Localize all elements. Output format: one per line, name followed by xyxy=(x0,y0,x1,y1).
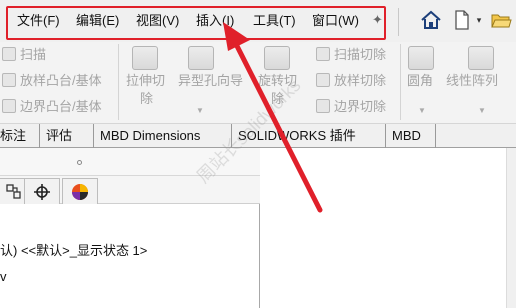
menu-insert[interactable]: 插入(I) xyxy=(196,12,234,30)
tab-solidworks-addins[interactable]: SOLIDWORKS 插件 xyxy=(232,124,386,148)
extruded-cut-label-1[interactable]: 拉伸切 xyxy=(126,72,165,89)
tree-item-display-state[interactable]: 认) <<默认>_显示状态 1> xyxy=(0,242,147,259)
sweep-icon xyxy=(2,47,16,61)
feature-ribbon: 扫描 放样凸台/基体 边界凸台/基体 拉伸切 除 异型孔向导 ▼ 旋转切 除 扫… xyxy=(0,42,516,124)
tab-annotation[interactable]: 标注 xyxy=(0,124,40,148)
pin-icon[interactable]: ✦ xyxy=(372,12,383,28)
boundary-cut-button[interactable]: 边界切除 xyxy=(334,98,386,115)
toolbar-separator xyxy=(398,8,399,36)
lofted-cut-icon xyxy=(316,73,330,87)
hole-wizard-dropdown-icon[interactable]: ▼ xyxy=(196,106,204,115)
loft-boss-button[interactable]: 放样凸台/基体 xyxy=(20,72,102,89)
menu-edit[interactable]: 编辑(E) xyxy=(76,12,119,30)
swept-cut-icon xyxy=(316,47,330,61)
display-manager-icon[interactable] xyxy=(62,178,98,204)
command-tabs: 标注 评估 MBD Dimensions SOLIDWORKS 插件 MBD xyxy=(0,124,516,148)
dimxpert-manager-icon[interactable] xyxy=(24,178,60,204)
revolved-cut-icon xyxy=(264,46,290,70)
chevron-down-icon[interactable]: ▾ xyxy=(474,6,484,34)
menu-view[interactable]: 视图(V) xyxy=(136,12,179,30)
new-document-icon[interactable] xyxy=(452,6,472,34)
ribbon-separator xyxy=(400,44,401,120)
menu-window[interactable]: 窗口(W) xyxy=(312,12,359,30)
tab-mbd[interactable]: MBD xyxy=(386,124,436,148)
extruded-cut-icon xyxy=(132,46,158,70)
vertical-scrollbar[interactable] xyxy=(506,148,516,308)
menu-file[interactable]: 文件(F) xyxy=(17,12,60,30)
panel-tabs xyxy=(0,176,260,204)
home-icon[interactable] xyxy=(418,6,444,34)
menu-bar: 文件(F) 编辑(E) 视图(V) 插入(I) 工具(T) 窗口(W) ✦ ▾ xyxy=(0,0,516,42)
fillet-dropdown-icon[interactable]: ▼ xyxy=(418,106,426,115)
fillet-icon xyxy=(408,46,434,70)
hole-wizard-icon xyxy=(188,46,214,70)
boundary-boss-button[interactable]: 边界凸台/基体 xyxy=(20,98,102,115)
linear-pattern-dropdown-icon[interactable]: ▼ xyxy=(478,106,486,115)
linear-pattern-icon xyxy=(468,46,494,70)
menu-tools[interactable]: 工具(T) xyxy=(253,12,296,30)
linear-pattern-button[interactable]: 线性阵列 xyxy=(446,72,498,89)
boundary-cut-icon xyxy=(316,99,330,113)
revolved-cut-label-1[interactable]: 旋转切 xyxy=(258,72,297,89)
revolved-cut-label-2[interactable]: 除 xyxy=(271,90,284,107)
tree-item[interactable]: v xyxy=(0,268,7,285)
feature-manager-panel: 认) <<默认>_显示状态 1> v xyxy=(0,148,260,308)
boundary-icon xyxy=(2,99,16,113)
ribbon-separator xyxy=(118,44,119,120)
swept-cut-button[interactable]: 扫描切除 xyxy=(334,46,386,63)
sweep-button[interactable]: 扫描 xyxy=(20,46,46,63)
lofted-cut-button[interactable]: 放样切除 xyxy=(334,72,386,89)
tab-mbd-dimensions[interactable]: MBD Dimensions xyxy=(94,124,232,148)
hole-wizard-button[interactable]: 异型孔向导 xyxy=(178,72,243,89)
panel-splitter-handle[interactable] xyxy=(77,160,82,165)
tab-evaluate[interactable]: 评估 xyxy=(40,124,94,148)
panel-header xyxy=(0,148,260,176)
fillet-button[interactable]: 圆角 xyxy=(407,72,433,89)
extruded-cut-label-2[interactable]: 除 xyxy=(140,90,153,107)
loft-icon xyxy=(2,73,16,87)
open-folder-icon[interactable] xyxy=(488,6,514,34)
